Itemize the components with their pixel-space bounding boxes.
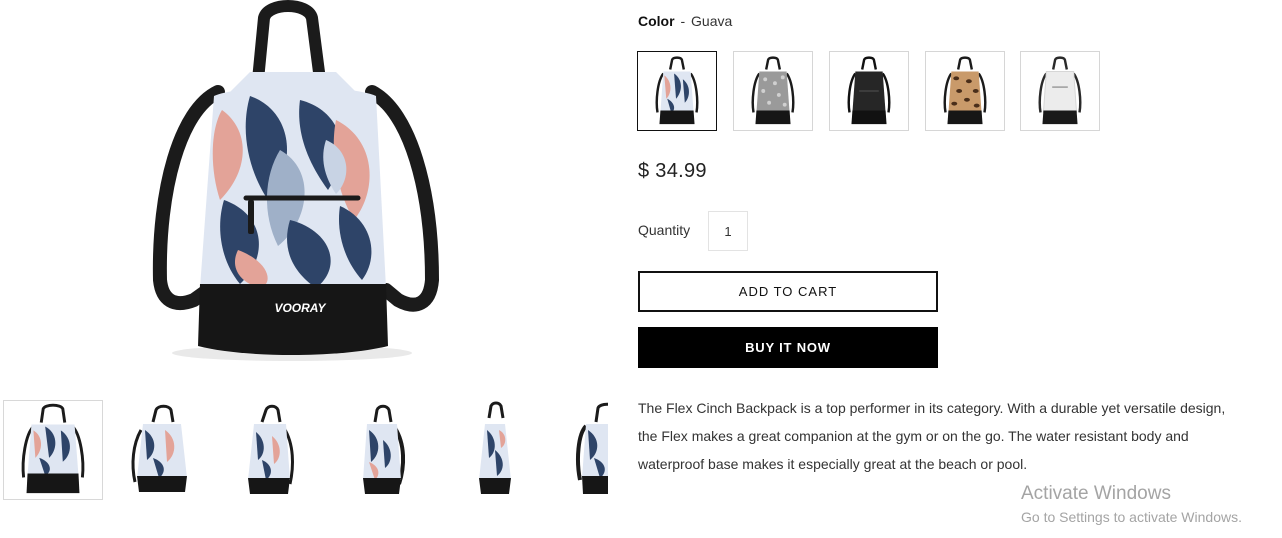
thumbnail-side-left[interactable] [220,400,320,500]
color-label: Color [638,13,675,29]
activate-windows-watermark: Activate Windows Go to Settings to activ… [1021,482,1242,527]
swatch-backpack-image [1038,56,1082,125]
quantity-input[interactable] [708,211,748,251]
product-price: $ 34.99 [638,160,707,182]
swatch-backpack-image [751,56,795,125]
thumbnail-image [576,402,608,494]
watermark-subtitle: Go to Settings to activate Windows. [1021,509,1242,525]
swatch-backpack-image [847,56,891,125]
thumbnail-image [479,401,511,494]
swatch-guava[interactable] [637,51,717,131]
main-product-image[interactable]: VOORAY [140,0,450,372]
buy-it-now-button[interactable]: BUY IT NOW [638,327,938,368]
swatch-backpack-image [943,56,987,125]
thumbnail-side[interactable] [333,400,433,500]
bag-brand-logo: VOORAY [274,301,326,315]
swatch-leopard[interactable] [925,51,1005,131]
color-separator: - [680,13,686,29]
thumbnail-angle-left[interactable] [113,400,213,500]
thumbnail-image [363,404,406,494]
swatch-grey-pattern[interactable] [733,51,813,131]
swatch-backpack-image [655,56,699,125]
product-description: The Flex Cinch Backpack is a top perform… [638,400,1226,472]
thumbnail-strip [0,398,608,502]
thumbnail-front[interactable] [3,400,103,500]
thumbnail-back[interactable] [556,400,608,500]
thumbnail-image [21,403,85,494]
quantity-label: Quantity [638,222,691,238]
swatch-black[interactable] [829,51,909,131]
thumbnail-image [248,404,294,494]
color-value: Guava [691,13,733,29]
product-page: VOORAY Color - Guava $ 34.99 Quantity 1 … [0,0,1282,538]
thumbnail-side-right[interactable] [445,400,545,500]
watermark-title: Activate Windows [1021,483,1171,504]
thumbnail-image [131,404,187,492]
swatch-white[interactable] [1020,51,1100,131]
color-selection-label: Color - Guava [638,13,732,29]
backpack-image: VOORAY [152,0,440,361]
add-to-cart-button[interactable]: ADD TO CART [638,271,938,312]
